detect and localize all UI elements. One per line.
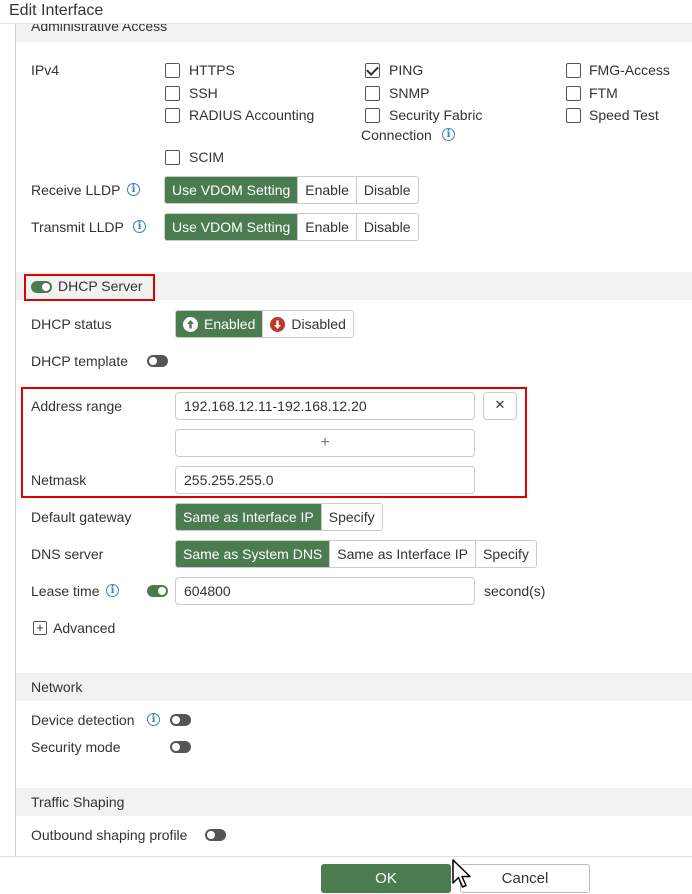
cancel-button[interactable]: Cancel xyxy=(460,864,590,893)
device-detection-toggle[interactable] xyxy=(170,714,191,726)
info-icon[interactable]: i xyxy=(127,183,140,196)
network-section-header: Network xyxy=(16,673,692,701)
lease-time-label: Lease time xyxy=(31,583,100,599)
dns-same-as-system-button[interactable]: Same as System DNS xyxy=(176,541,330,567)
speed-test-checkbox[interactable] xyxy=(566,108,581,123)
ftm-label: FTM xyxy=(589,85,618,101)
receive-lldp-label: Receive LLDP xyxy=(31,182,121,198)
security-mode-label: Security mode xyxy=(31,739,121,755)
traffic-shaping-section-title: Traffic Shaping xyxy=(31,794,125,810)
transmit-lldp-label: Transmit LLDP xyxy=(31,219,124,235)
dhcp-status-disabled-label: Disabled xyxy=(291,316,346,332)
default-gateway-label: Default gateway xyxy=(31,509,132,525)
fmg-access-label: FMG-Access xyxy=(589,62,670,78)
security-fabric-checkbox[interactable] xyxy=(365,108,380,123)
dns-specify-button[interactable]: Specify xyxy=(475,541,536,567)
dhcp-server-toggle[interactable] xyxy=(31,281,52,293)
arrow-down-circle-icon xyxy=(270,316,286,332)
network-section-title: Network xyxy=(31,679,83,695)
dhcp-status-label: DHCP status xyxy=(31,316,112,332)
mouse-cursor-icon xyxy=(452,859,471,888)
dhcp-template-label: DHCP template xyxy=(31,353,129,369)
admin-access-section-header: Administrative Access xyxy=(16,24,692,42)
address-range-input[interactable]: 192.168.12.11-192.168.12.20 xyxy=(175,392,475,420)
dns-server-toggle-group: Same as System DNS Same as Interface IP … xyxy=(175,540,537,568)
info-icon[interactable]: i xyxy=(442,128,455,141)
dhcp-status-enabled-button[interactable]: Enabled xyxy=(176,311,263,337)
remove-range-button[interactable]: ✕ xyxy=(483,392,517,420)
ok-button[interactable]: OK xyxy=(321,864,451,893)
outbound-shaping-toggle[interactable] xyxy=(205,829,226,841)
gateway-same-as-interface-button[interactable]: Same as Interface IP xyxy=(176,504,321,530)
dns-server-label: DNS server xyxy=(31,546,104,562)
scim-label: SCIM xyxy=(189,149,224,165)
window-title-bar: Edit Interface xyxy=(0,0,692,24)
lease-time-unit: second(s) xyxy=(484,583,546,599)
dhcp-status-toggle-group: Enabled Disabled xyxy=(175,310,354,338)
netmask-label: Netmask xyxy=(31,472,87,488)
window-title: Edit Interface xyxy=(9,2,104,19)
ftm-checkbox[interactable] xyxy=(566,86,581,101)
receive-lldp-disable-button[interactable]: Disable xyxy=(355,177,418,203)
transmit-lldp-enable-button[interactable]: Enable xyxy=(297,214,356,240)
outbound-shaping-label: Outbound shaping profile xyxy=(31,827,188,843)
radius-accounting-label: RADIUS Accounting xyxy=(189,107,315,123)
speed-test-label: Speed Test xyxy=(589,107,659,123)
default-gateway-toggle-group: Same as Interface IP Specify xyxy=(175,503,383,531)
dhcp-server-title: DHCP Server xyxy=(58,278,143,294)
content-left-border xyxy=(15,24,16,856)
lease-time-input[interactable]: 604800 xyxy=(175,577,475,605)
add-range-button[interactable]: + xyxy=(175,429,475,457)
dns-same-as-interface-button[interactable]: Same as Interface IP xyxy=(329,541,475,567)
info-icon[interactable]: i xyxy=(133,220,146,233)
ping-checkbox[interactable] xyxy=(365,63,380,78)
security-fabric-label-line2: Connection xyxy=(361,127,432,143)
dhcp-template-toggle[interactable] xyxy=(147,355,168,367)
transmit-lldp-toggle-group: Use VDOM Setting Enable Disable xyxy=(164,213,419,241)
security-mode-toggle[interactable] xyxy=(170,741,191,753)
info-icon[interactable]: i xyxy=(106,584,119,597)
receive-lldp-use-vdom-button[interactable]: Use VDOM Setting xyxy=(165,177,298,203)
dhcp-status-enabled-label: Enabled xyxy=(204,316,256,332)
fmg-access-checkbox[interactable] xyxy=(566,63,581,78)
dhcp-status-disabled-button[interactable]: Disabled xyxy=(262,311,352,337)
lease-time-toggle[interactable] xyxy=(147,585,168,597)
admin-access-section-title: Administrative Access xyxy=(31,24,168,34)
info-icon[interactable]: i xyxy=(147,713,160,726)
receive-lldp-toggle-group: Use VDOM Setting Enable Disable xyxy=(164,176,419,204)
transmit-lldp-disable-button[interactable]: Disable xyxy=(355,214,418,240)
advanced-expand-icon[interactable]: + xyxy=(33,621,47,635)
snmp-checkbox[interactable] xyxy=(365,86,380,101)
security-fabric-label: Security Fabric xyxy=(389,107,483,123)
snmp-label: SNMP xyxy=(389,85,430,101)
netmask-input[interactable]: 255.255.255.0 xyxy=(175,466,475,494)
https-label: HTTPS xyxy=(189,62,235,78)
arrow-up-circle-icon xyxy=(183,316,198,332)
ssh-label: SSH xyxy=(189,85,218,101)
advanced-label[interactable]: Advanced xyxy=(53,620,115,636)
receive-lldp-enable-button[interactable]: Enable xyxy=(297,177,356,203)
address-range-label: Address range xyxy=(31,398,123,414)
ping-label: PING xyxy=(389,62,424,78)
radius-accounting-checkbox[interactable] xyxy=(165,108,180,123)
gateway-specify-button[interactable]: Specify xyxy=(320,504,382,530)
ipv4-label: IPv4 xyxy=(31,62,60,78)
device-detection-label: Device detection xyxy=(31,712,135,728)
traffic-shaping-section-header: Traffic Shaping xyxy=(16,788,692,816)
scim-checkbox[interactable] xyxy=(165,150,180,165)
transmit-lldp-use-vdom-button[interactable]: Use VDOM Setting xyxy=(165,214,298,240)
ssh-checkbox[interactable] xyxy=(165,86,180,101)
https-checkbox[interactable] xyxy=(165,63,180,78)
